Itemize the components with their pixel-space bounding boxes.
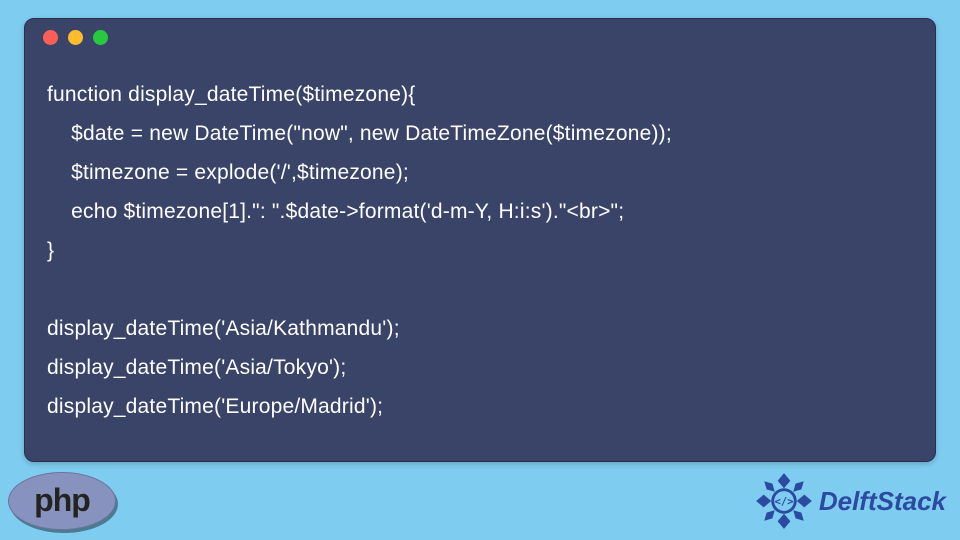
brand: </> DelftStack <box>755 472 946 530</box>
brand-icon: </> <box>755 472 813 530</box>
minimize-icon <box>68 30 83 45</box>
svg-text:</>: </> <box>774 496 793 508</box>
close-icon <box>43 30 58 45</box>
code-block: function display_dateTime($timezone){ $d… <box>25 55 935 436</box>
maximize-icon <box>93 30 108 45</box>
code-window: function display_dateTime($timezone){ $d… <box>24 18 936 462</box>
brand-label: DelftStack <box>819 486 946 517</box>
footer: php </> DelftStack <box>0 468 960 534</box>
php-logo-text: php <box>34 482 90 519</box>
window-title-bar <box>25 19 935 55</box>
php-logo-icon: php <box>8 472 116 530</box>
